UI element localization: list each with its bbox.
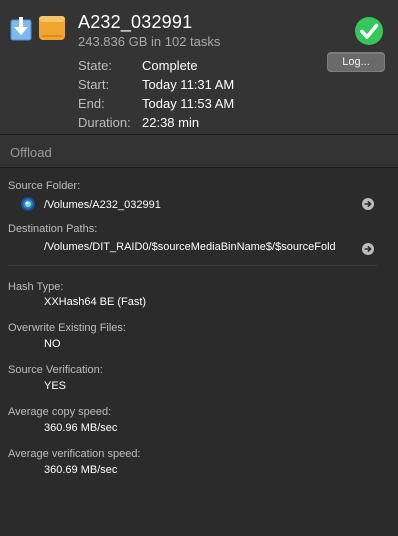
details-value: 22:38 min xyxy=(142,115,200,130)
offload-details-panel: A232_032991 243.836 GB in 102 tasks Log.… xyxy=(0,0,398,536)
destination-path: /Volumes/DIT_RAID0/$sourceMediaBinName$/… xyxy=(44,241,336,253)
drive-icon xyxy=(38,13,66,43)
details-key: Start: xyxy=(78,77,110,92)
section-divider xyxy=(0,167,398,168)
checkmark-circle-icon xyxy=(354,16,384,46)
arrow-right-circle-icon[interactable] xyxy=(362,243,374,255)
average-copy-speed-label: Average copy speed: xyxy=(8,406,112,418)
overwrite-value: NO xyxy=(44,338,61,350)
average-verification-speed-label: Average verification speed: xyxy=(8,448,141,460)
source-verification-label: Source Verification: xyxy=(8,364,103,376)
source-verification-value: YES xyxy=(44,380,67,392)
task-title: A232_032991 xyxy=(78,12,193,32)
section-header xyxy=(0,135,398,167)
header: A232_032991 243.836 GB in 102 tasks Log.… xyxy=(0,0,398,134)
hash-type-label: Hash Type: xyxy=(8,281,64,293)
section-title: Offload xyxy=(10,145,52,160)
hash-type-value: XXHash64 BE (Fast) xyxy=(44,296,147,308)
details-key: Duration: xyxy=(78,115,131,130)
average-copy-speed-value: 360.96 MB/sec xyxy=(44,422,118,434)
details-value: Today 11:31 AM xyxy=(142,77,235,92)
destination-paths-label: Destination Paths: xyxy=(8,223,98,235)
overwrite-label: Overwrite Existing Files: xyxy=(8,322,126,334)
task-summary: 243.836 GB in 102 tasks xyxy=(78,34,221,49)
arrow-right-circle-icon[interactable] xyxy=(362,198,374,210)
destination-separator xyxy=(8,265,378,266)
source-folder-label: Source Folder: xyxy=(8,180,81,192)
log-button[interactable]: Log... xyxy=(327,52,385,72)
download-icon xyxy=(10,17,32,41)
source-folder-path: /Volumes/A232_032991 xyxy=(44,199,161,211)
volume-icon xyxy=(20,196,36,212)
details-key: End: xyxy=(78,96,105,111)
average-verification-speed-value: 360.69 MB/sec xyxy=(44,464,118,476)
details-value: Complete xyxy=(142,58,198,73)
details-value: Today 11:53 AM xyxy=(142,96,235,111)
details-key: State: xyxy=(78,58,112,73)
